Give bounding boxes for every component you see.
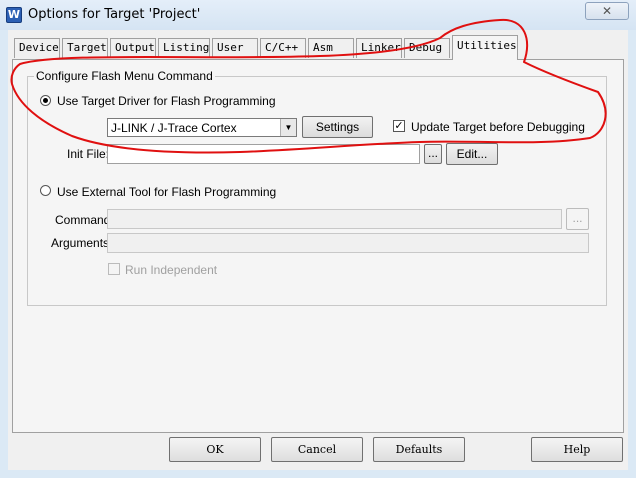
tab-utilities[interactable]: Utilities (452, 35, 518, 60)
settings-button[interactable]: Settings (302, 116, 373, 138)
driver-select-value: J-LINK / J-Trace Cortex (111, 121, 237, 135)
check-icon: ✓ (394, 119, 404, 132)
cancel-button[interactable]: Cancel (271, 437, 363, 462)
init-file-input[interactable] (107, 144, 420, 164)
tab-c-cpp[interactable]: C/C++ (260, 38, 306, 58)
command-input[interactable] (107, 209, 562, 229)
tab-user[interactable]: User (212, 38, 258, 58)
tab-device[interactable]: Device (14, 38, 60, 58)
init-file-label: Init File: (67, 147, 110, 161)
use-external-tool-radio[interactable] (40, 185, 51, 196)
close-icon: ✕ (601, 4, 613, 18)
command-label: Command: (55, 213, 114, 227)
init-file-edit-button[interactable]: Edit... (446, 143, 498, 165)
tab-output[interactable]: Output (110, 38, 156, 58)
tab-debug[interactable]: Debug (404, 38, 450, 58)
update-target-label: Update Target before Debugging (411, 120, 585, 134)
run-independent-checkbox[interactable] (108, 263, 120, 275)
close-button[interactable]: ✕ (585, 2, 629, 20)
update-target-checkbox[interactable]: ✓ (393, 120, 405, 132)
use-target-driver-radio[interactable] (40, 95, 51, 106)
chevron-down-icon[interactable]: ▼ (280, 119, 296, 136)
run-independent-label: Run Independent (125, 263, 218, 277)
tab-listing[interactable]: Listing (158, 38, 210, 58)
group-title: Configure Flash Menu Command (34, 69, 215, 83)
app-icon: W (6, 7, 22, 23)
window-title: Options for Target 'Project' (28, 7, 201, 22)
help-button[interactable]: Help (531, 437, 623, 462)
ok-button[interactable]: OK (169, 437, 261, 462)
use-target-driver-label: Use Target Driver for Flash Programming (57, 94, 276, 108)
command-browse-button[interactable]: ... (566, 208, 589, 230)
arguments-label: Arguments: (51, 236, 113, 250)
driver-select[interactable]: J-LINK / J-Trace Cortex ▼ (107, 118, 297, 137)
init-file-browse-button[interactable]: ... (424, 144, 442, 164)
tab-asm[interactable]: Asm (308, 38, 354, 58)
tab-linker[interactable]: Linker (356, 38, 402, 58)
arguments-input[interactable] (107, 233, 589, 253)
use-external-tool-label: Use External Tool for Flash Programming (57, 185, 277, 199)
defaults-button[interactable]: Defaults (373, 437, 465, 462)
title-bar: W Options for Target 'Project' ✕ (0, 0, 636, 30)
tab-target[interactable]: Target (62, 38, 108, 58)
